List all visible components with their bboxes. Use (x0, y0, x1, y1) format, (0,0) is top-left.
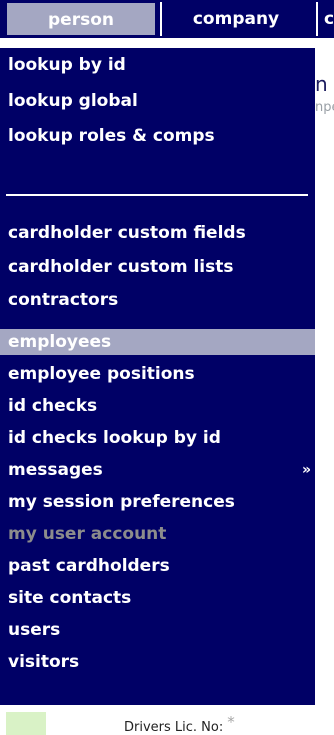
menu-item-cardholder-custom-fields[interactable]: cardholder custom fields (0, 220, 315, 246)
person-dropdown-menu: lookup by id lookup global lookup roles … (0, 48, 315, 705)
page-heading-fragment: n (315, 72, 328, 96)
menu-item-messages[interactable]: messages » (0, 457, 315, 483)
tab-person[interactable]: person (6, 2, 156, 36)
menu-item-visitors[interactable]: visitors (0, 649, 315, 675)
drivers-license-label-text: Drivers Lic. No: (124, 720, 224, 735)
menu-item-users[interactable]: users (0, 617, 315, 643)
menu-item-contractors[interactable]: contractors (0, 287, 315, 313)
menu-item-site-contacts[interactable]: site contacts (0, 585, 315, 611)
menu-item-employees[interactable]: employees (0, 329, 315, 355)
tab-partial[interactable]: c (316, 2, 334, 36)
menu-item-employee-positions[interactable]: employee positions (0, 361, 315, 387)
tab-company[interactable]: company (160, 2, 310, 36)
menu-item-lookup-global[interactable]: lookup global (0, 88, 315, 114)
drivers-license-label: Drivers Lic. No: * (124, 713, 235, 735)
menu-item-id-checks[interactable]: id checks (0, 393, 315, 419)
menu-item-lookup-by-id[interactable]: lookup by id (0, 52, 315, 78)
menu-item-my-session-preferences[interactable]: my session preferences (0, 489, 315, 515)
menu-item-messages-label: messages (8, 460, 103, 480)
required-marker: * (227, 713, 235, 731)
page-subtext-fragment: npe (315, 100, 334, 115)
menu-item-past-cardholders[interactable]: past cardholders (0, 553, 315, 579)
top-tabs: person company c (0, 0, 334, 38)
menu-item-my-user-account: my user account (8, 524, 167, 544)
menu-item-lookup-roles-comps[interactable]: lookup roles & comps (0, 123, 315, 149)
menu-item-cardholder-custom-lists[interactable]: cardholder custom lists (0, 254, 315, 280)
menu-item-id-checks-lookup-by-id[interactable]: id checks lookup by id (0, 425, 315, 451)
menu-separator (6, 194, 308, 196)
form-field-highlight (6, 712, 46, 735)
submenu-arrow-icon: » (301, 462, 311, 478)
